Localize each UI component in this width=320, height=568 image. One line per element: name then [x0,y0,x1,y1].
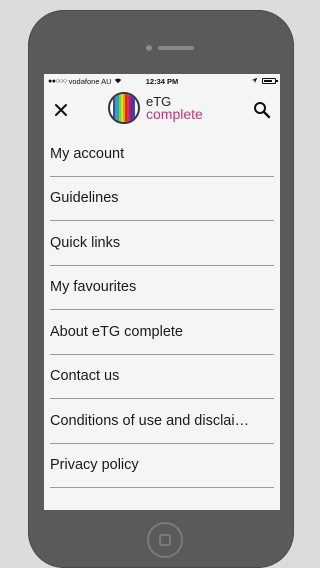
status-bar: ●●○○○ vodafone AU 12:34 PM [44,74,280,88]
menu-item-conditions-of-use[interactable]: Conditions of use and disclai… [50,399,274,444]
menu-item-label: About eTG complete [50,323,183,340]
battery-icon [262,78,278,84]
signal-strength: ●●○○○ [48,77,67,85]
close-icon [55,104,67,116]
home-button[interactable] [147,522,183,558]
menu-item-quick-links[interactable]: Quick links [50,221,274,266]
menu-item-guidelines[interactable]: Guidelines [50,177,274,221]
app-header: eTG complete [44,88,280,132]
search-icon [254,102,271,119]
menu-item-label: Guidelines [50,190,119,207]
logo-text-complete: complete [146,106,203,122]
main-menu: My account Guidelines Quick links My fav… [44,132,280,488]
logo-badge-icon [108,92,140,124]
menu-item-label: Contact us [50,368,120,385]
etg-logo: eTG complete [108,92,203,124]
menu-item-label: Quick links [50,234,121,251]
menu-item-my-account[interactable]: My account [50,132,274,177]
search-button[interactable] [250,98,274,122]
menu-item-privacy-policy[interactable]: Privacy policy [50,444,274,488]
home-square-icon [159,534,171,546]
menu-item-label: Conditions of use and disclai… [50,412,250,429]
carrier-name: vodafone AU [68,76,112,86]
menu-item-my-favourites[interactable]: My favourites [50,266,274,310]
front-camera [146,45,152,51]
phone-screen: ●●○○○ vodafone AU 12:34 PM eTG complete … [44,74,280,510]
menu-item-label: Privacy policy [50,457,139,474]
menu-item-about[interactable]: About eTG complete [50,310,274,355]
menu-item-label: My favourites [50,279,137,296]
status-time: 12:34 PM [145,76,179,86]
wifi-icon [114,77,122,86]
menu-item-label: My account [50,145,125,162]
close-button[interactable] [50,99,72,121]
speaker-grille [158,46,194,50]
menu-item-contact-us[interactable]: Contact us [50,355,274,399]
location-arrow-icon [251,77,258,86]
phone-frame: ●●○○○ vodafone AU 12:34 PM eTG complete … [28,10,294,568]
